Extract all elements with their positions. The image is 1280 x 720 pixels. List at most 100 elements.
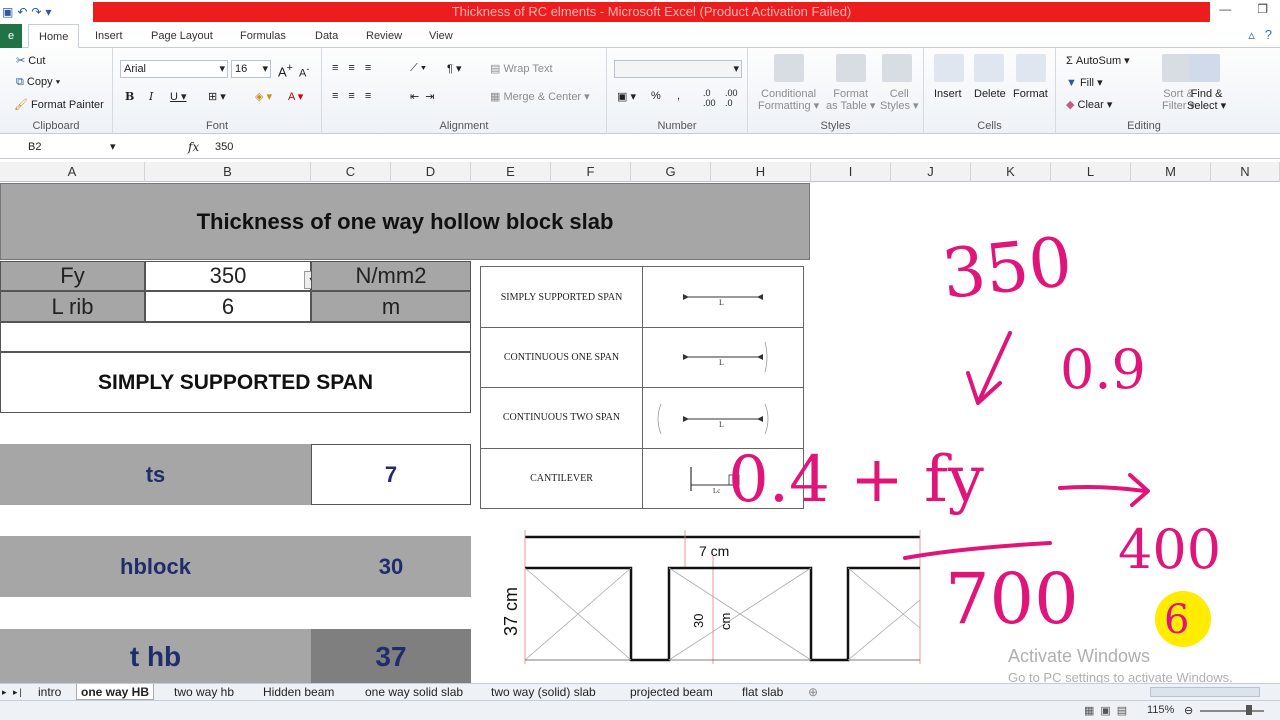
new-sheet-icon[interactable]: ⊕ <box>808 684 818 700</box>
sort-filter-icon[interactable] <box>1162 54 1192 82</box>
binoculars-icon[interactable] <box>1190 54 1220 82</box>
insert-button[interactable]: Insert <box>934 88 962 100</box>
save-icon[interactable]: ▣ <box>2 5 13 19</box>
grow-font-icon[interactable]: A+ <box>278 62 293 79</box>
number-format-select[interactable]: ▾ <box>614 60 742 78</box>
fill-color-icon[interactable]: ◈ ▾ <box>255 90 272 103</box>
redo-icon[interactable]: ↷ <box>31 5 41 19</box>
file-tab[interactable]: e <box>0 24 22 48</box>
tab-page-layout[interactable]: Page Layout <box>151 24 213 48</box>
italic-icon[interactable]: I <box>149 90 153 103</box>
sheet-tab-flat-slab[interactable]: flat slab <box>742 684 783 700</box>
delete-cells-icon[interactable] <box>974 54 1004 82</box>
format-cells-icon[interactable] <box>1016 54 1046 82</box>
minimize-icon[interactable]: — <box>1219 2 1231 16</box>
conditional-formatting-icon[interactable] <box>774 54 804 82</box>
lrib-unit-cell[interactable]: m <box>311 291 471 322</box>
column-header-f[interactable]: F <box>551 162 631 182</box>
thb-value-cell[interactable]: 37 <box>311 629 471 683</box>
view-buttons[interactable]: ▦▣▤ <box>1084 704 1133 717</box>
sheet-tab-two-way-hb[interactable]: two way hb <box>174 684 234 700</box>
format-as-table-button[interactable]: Format as Table ▾ <box>826 88 875 112</box>
sheet-tab-intro[interactable]: intro <box>38 684 61 700</box>
sheet-tab-projected-beam[interactable]: projected beam <box>630 684 713 700</box>
sheet-title-cell[interactable]: Thickness of one way hollow block slab <box>0 183 810 260</box>
column-header-e[interactable]: E <box>471 162 551 182</box>
horizontal-scrollbar[interactable] <box>1150 687 1260 697</box>
vertical-align-icons[interactable]: ≡≡≡ <box>332 62 381 74</box>
lrib-label-cell[interactable]: L rib <box>0 291 145 322</box>
underline-icon[interactable]: U ▾ <box>170 90 187 103</box>
column-header-a[interactable]: A <box>0 162 145 182</box>
empty-row-cell[interactable] <box>0 322 471 352</box>
minimize-ribbon-icon[interactable]: ▵ <box>1248 27 1255 43</box>
name-box[interactable]: B2 ▾ <box>0 137 120 157</box>
column-header-h[interactable]: H <box>711 162 811 182</box>
span-type-cell[interactable]: SIMPLY SUPPORTED SPAN <box>0 352 471 413</box>
column-header-g[interactable]: G <box>631 162 711 182</box>
borders-icon[interactable]: ⊞ ▾ <box>208 90 226 103</box>
decrease-decimal-icon[interactable]: .00.0 <box>725 88 738 108</box>
undo-icon[interactable]: ↶ <box>17 5 27 19</box>
horizontal-align-icons[interactable]: ≡≡≡ <box>332 90 381 102</box>
formula-input[interactable]: 350 <box>215 137 233 157</box>
span-option-continuous-two[interactable]: CONTINUOUS TWO SPAN <box>481 387 642 448</box>
bold-icon[interactable]: B <box>125 90 134 103</box>
format-painter-button[interactable]: 🖌 Format Painter <box>14 98 104 111</box>
cell-styles-button[interactable]: Cell Styles ▾ <box>880 88 919 112</box>
ts-value-cell[interactable]: 7 <box>311 444 471 505</box>
fy-value-cell[interactable]: 350▾ <box>145 261 320 291</box>
format-as-table-icon[interactable] <box>836 54 866 82</box>
span-option-continuous-one[interactable]: CONTINUOUS ONE SPAN <box>481 327 642 387</box>
comma-style-icon[interactable]: , <box>677 90 680 102</box>
column-header-l[interactable]: L <box>1051 162 1131 182</box>
tab-data[interactable]: Data <box>315 24 338 48</box>
copy-button[interactable]: ⧉ Copy ▾ <box>16 76 60 89</box>
zoom-out-icon[interactable]: ⊖ <box>1184 704 1193 717</box>
insert-function-icon[interactable]: fx <box>188 137 199 157</box>
format-button[interactable]: Format <box>1013 88 1048 100</box>
sheet-tab-hidden-beam[interactable]: Hidden beam <box>263 684 334 700</box>
wrap-text-button[interactable]: ▤ Wrap Text <box>490 62 553 75</box>
sheet-tab-two-way-solid-slab[interactable]: two way (solid) slab <box>491 684 596 700</box>
restore-icon[interactable]: ❐ <box>1257 2 1268 16</box>
indent-icon[interactable]: ¶ ▾ <box>447 62 462 75</box>
fill-button[interactable]: ▼ Fill ▾ <box>1066 76 1103 89</box>
customize-qat-icon[interactable]: ▾ <box>45 5 51 19</box>
hblock-label-cell[interactable]: hblock <box>0 536 311 597</box>
percent-icon[interactable]: % <box>651 90 661 102</box>
autosum-button[interactable]: Σ AutoSum ▾ <box>1066 54 1130 67</box>
sheet-tab-one-way-hb[interactable]: one way HB <box>76 684 155 700</box>
span-option-simply-supported[interactable]: SIMPLY SUPPORTED SPAN <box>481 267 642 327</box>
clear-button[interactable]: ◆ Clear ▾ <box>1066 98 1112 111</box>
font-color-icon[interactable]: A ▾ <box>288 90 303 103</box>
column-header-c[interactable]: C <box>311 162 391 182</box>
sheet-scroll-icons[interactable]: ▸ ▸| <box>2 684 24 700</box>
zoom-level[interactable]: 115% <box>1147 704 1174 716</box>
tab-view[interactable]: View <box>429 24 453 48</box>
merge-center-button[interactable]: ▦ Merge & Center ▾ <box>490 90 590 103</box>
delete-button[interactable]: Delete <box>974 88 1006 100</box>
shrink-font-icon[interactable]: A- <box>299 64 309 80</box>
zoom-slider-thumb[interactable] <box>1246 705 1252 715</box>
orientation-icon[interactable]: ⟋ ▾ <box>410 62 426 75</box>
hblock-value-cell[interactable]: 30 <box>311 536 471 597</box>
accounting-format-icon[interactable]: ▣ ▾ <box>617 90 636 103</box>
tab-review[interactable]: Review <box>366 24 402 48</box>
thb-label-cell[interactable]: t hb <box>0 629 311 683</box>
ts-label-cell[interactable]: ts <box>0 444 311 505</box>
fy-unit-cell[interactable]: N/mm2 <box>311 261 471 291</box>
span-option-cantilever[interactable]: CANTILEVER <box>481 448 642 508</box>
find-select-button[interactable]: Find & Select ▾ <box>1187 88 1226 112</box>
zoom-slider[interactable] <box>1200 710 1264 712</box>
tab-home[interactable]: Home <box>28 24 80 48</box>
sheet-tab-one-way-solid-slab[interactable]: one way solid slab <box>365 684 463 700</box>
font-name-select[interactable]: Arial ▾ <box>120 60 228 78</box>
column-header-n[interactable]: N <box>1211 162 1280 182</box>
tab-insert[interactable]: Insert <box>95 24 123 48</box>
increase-decimal-icon[interactable]: .0.00 <box>703 88 716 108</box>
font-size-select[interactable]: 16 ▾ <box>231 60 271 78</box>
column-header-b[interactable]: B <box>145 162 311 182</box>
column-header-j[interactable]: J <box>891 162 971 182</box>
conditional-formatting-button[interactable]: Conditional Formatting ▾ <box>758 88 819 112</box>
